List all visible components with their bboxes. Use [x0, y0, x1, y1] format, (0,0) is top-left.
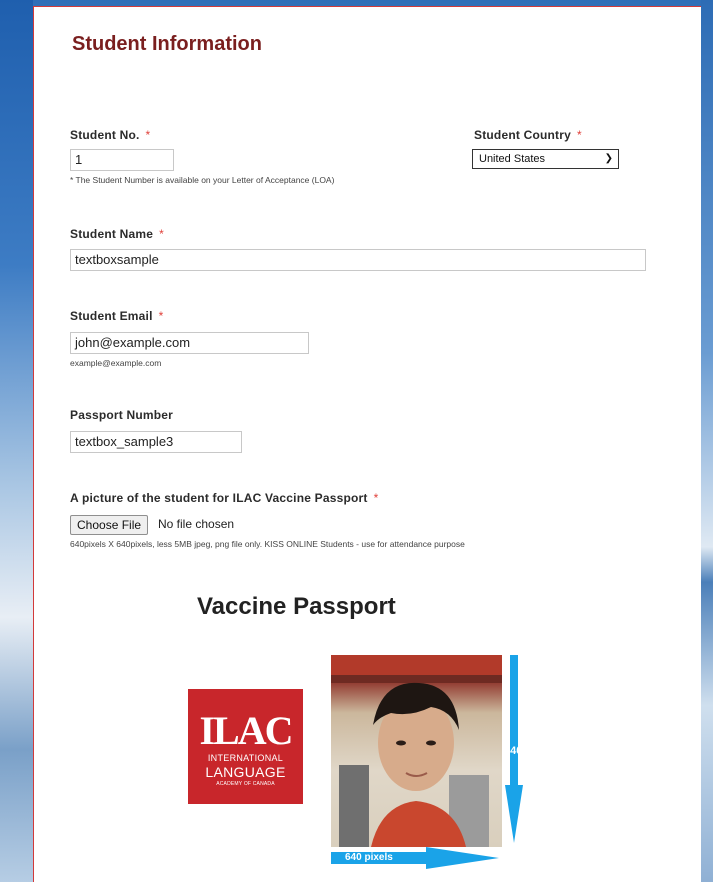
- required-mark: *: [577, 128, 582, 142]
- passport-label: Passport Number: [70, 408, 173, 422]
- student-name-label: Student Name *: [70, 227, 164, 241]
- student-no-label: Student No. *: [70, 128, 150, 142]
- student-email-input[interactable]: john@example.com: [70, 332, 309, 354]
- width-dimension-label: 640 pixels: [345, 852, 393, 863]
- required-mark: *: [158, 309, 164, 323]
- student-no-input[interactable]: 1: [70, 149, 174, 171]
- sample-student-photo: [331, 655, 502, 847]
- file-status: No file chosen: [158, 517, 235, 531]
- logo-mark: ILAC: [199, 708, 293, 753]
- student-country-label-text: Student Country: [474, 128, 571, 142]
- student-no-label-text: Student No.: [70, 128, 140, 142]
- vaccine-passport-title: Vaccine Passport: [197, 593, 396, 620]
- picture-hint: 640pixels X 640pixels, less 5MB jpeg, pn…: [70, 539, 465, 549]
- student-no-hint: * The Student Number is available on you…: [70, 175, 335, 185]
- picture-label-text: A picture of the student for ILAC Vaccin…: [70, 491, 368, 505]
- student-country-select[interactable]: United States ❯: [472, 149, 619, 169]
- ilac-logo: ILAC INTERNATIONAL LANGUAGE ACADEMY OF C…: [188, 689, 303, 804]
- chevron-down-icon: ❯: [604, 153, 613, 164]
- student-email-label: Student Email *: [70, 309, 164, 323]
- required-mark: *: [159, 227, 164, 241]
- passport-input[interactable]: textbox_sample3: [70, 431, 242, 453]
- passport-label-text: Passport Number: [70, 408, 174, 422]
- student-email-hint: example@example.com: [70, 358, 162, 368]
- student-country-label: Student Country *: [474, 128, 582, 142]
- logo-line-2: LANGUAGE: [205, 764, 286, 780]
- student-name-label-text: Student Name: [70, 227, 154, 241]
- required-mark: *: [145, 128, 151, 142]
- background-right: [701, 0, 713, 882]
- height-dimension-label: 640: [504, 745, 523, 757]
- form-card: Student Information Student No. * 1 * The…: [33, 6, 701, 882]
- logo-line-1: INTERNATIONAL: [207, 753, 284, 763]
- background-left: [0, 0, 33, 882]
- student-photo-illustration: [331, 655, 502, 847]
- picture-label: A picture of the student for ILAC Vaccin…: [70, 491, 378, 505]
- page-title: Student Information: [72, 33, 262, 55]
- required-mark: *: [373, 491, 379, 505]
- logo-line-3: ACADEMY OF CANADA: [216, 781, 275, 787]
- student-email-label-text: Student Email: [70, 309, 153, 323]
- student-name-input[interactable]: textboxsample: [70, 249, 646, 271]
- choose-file-button[interactable]: Choose File: [70, 515, 149, 535]
- student-country-selected: United States: [479, 153, 546, 165]
